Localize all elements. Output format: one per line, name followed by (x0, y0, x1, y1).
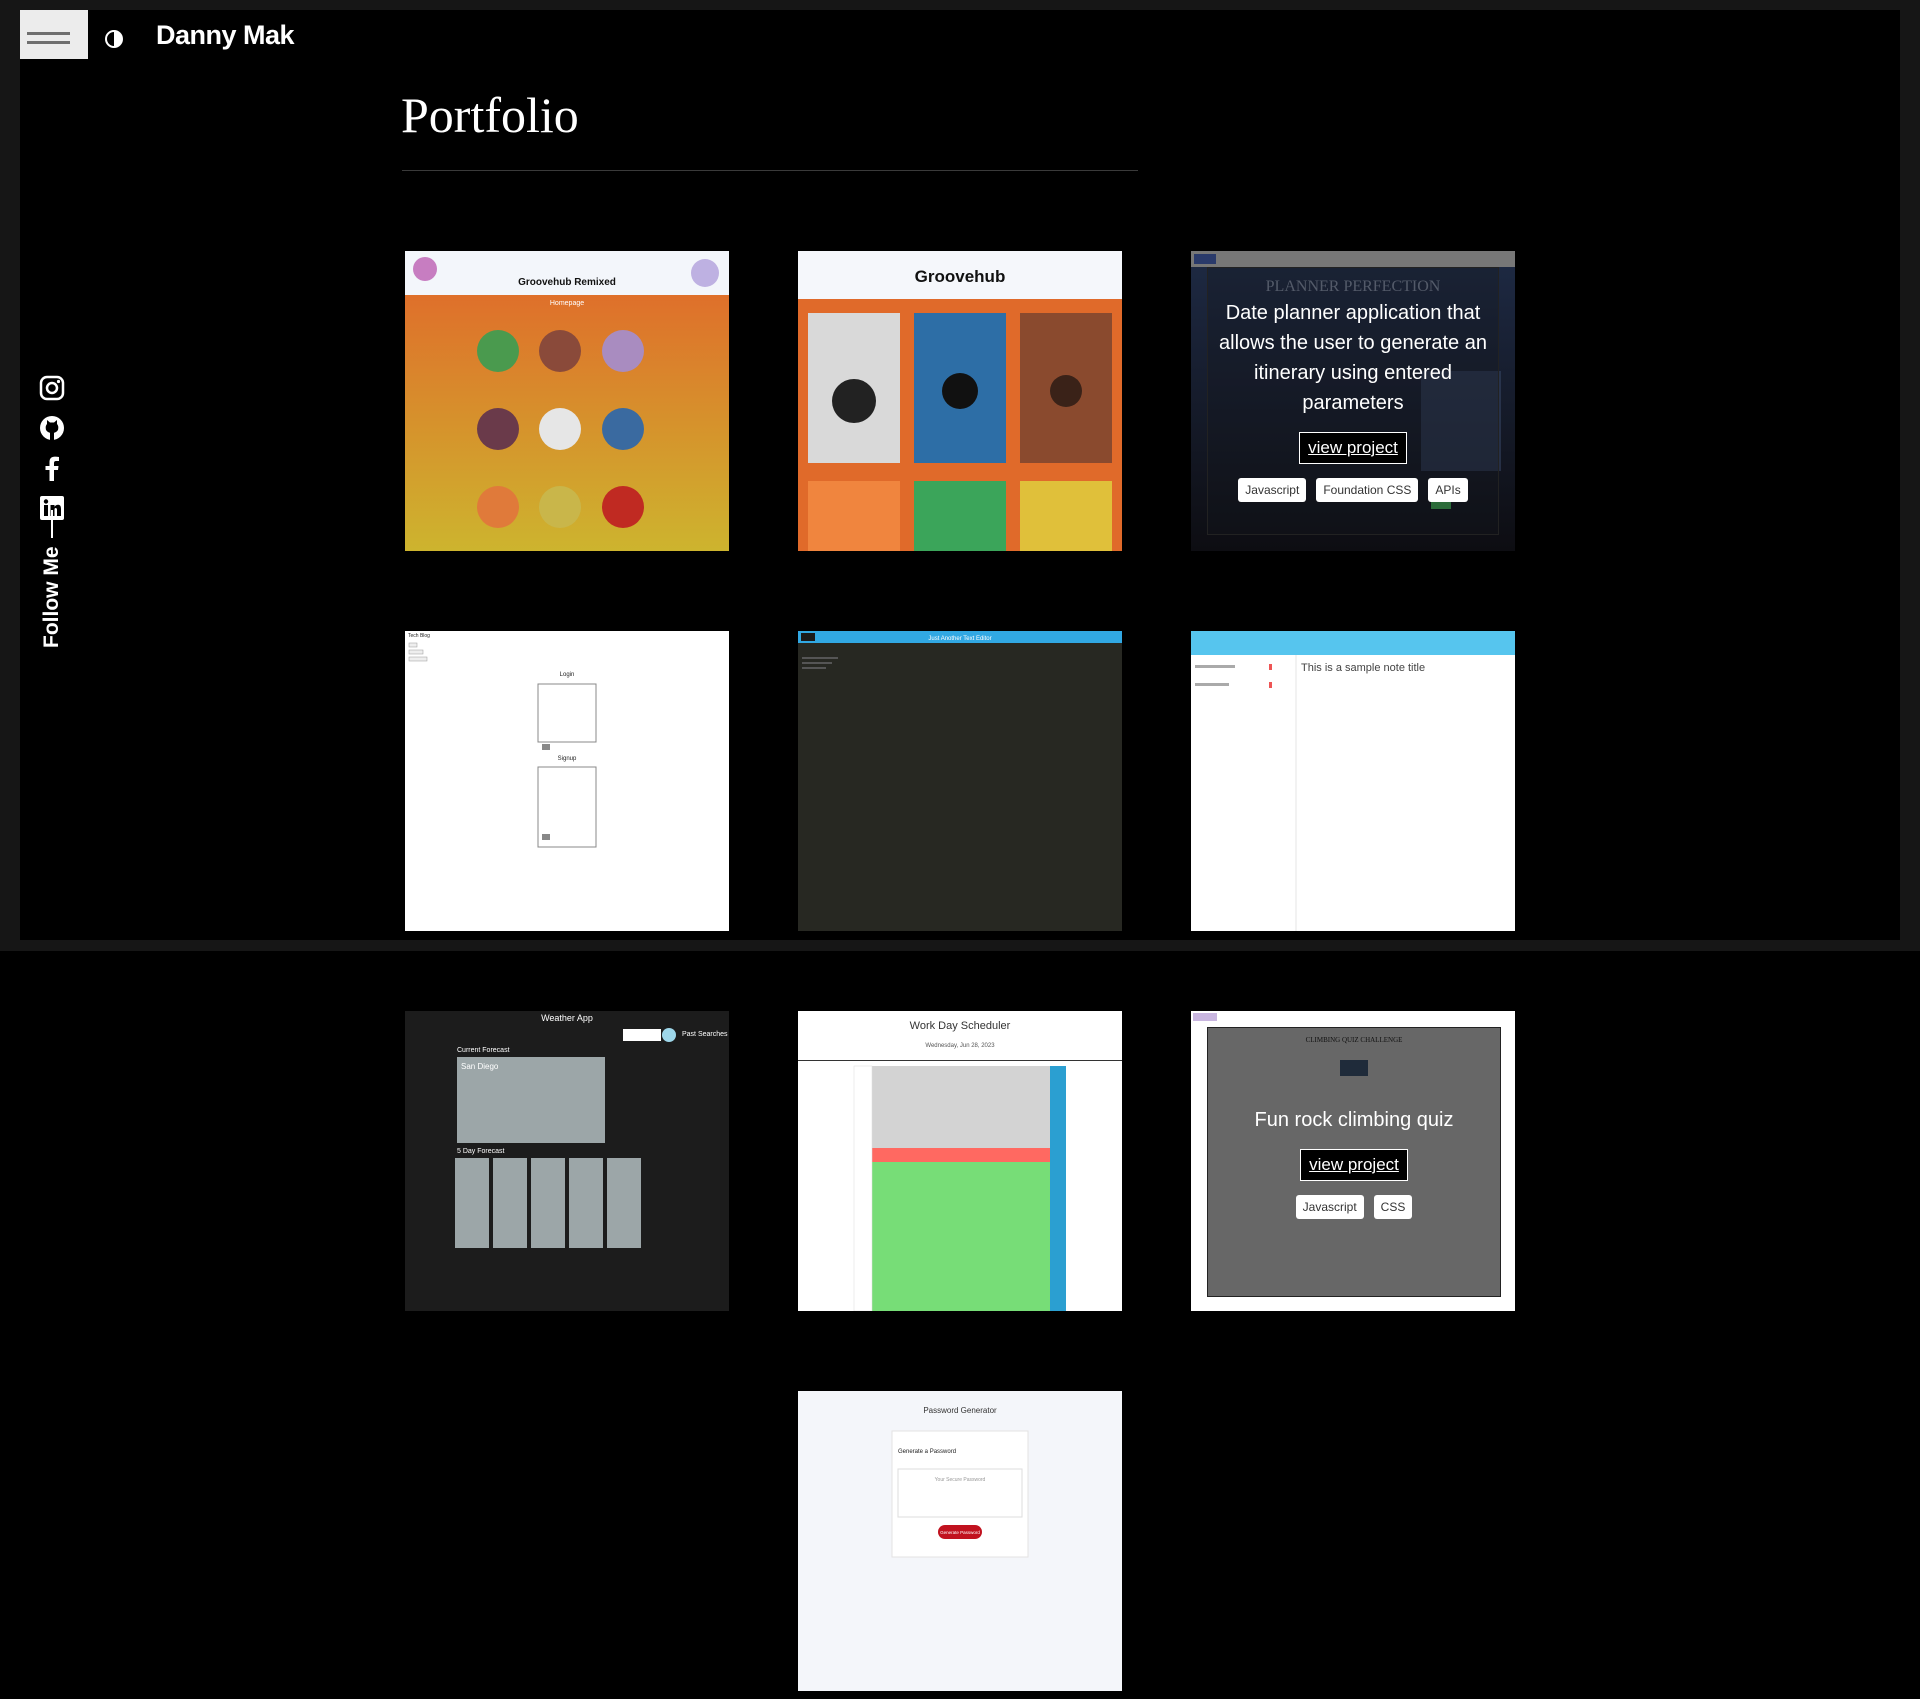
project-screenshot: Groovehub (798, 251, 1122, 551)
project-screenshot: Weather App Past Searches Current Foreca… (405, 1011, 729, 1311)
project-overlay: CLIMBING QUIZ CHALLENGE Fun rock climbin… (1207, 1027, 1501, 1297)
thumb-city: San Diego (461, 1062, 499, 1071)
half-circle-contrast-icon (105, 30, 123, 48)
thumb-title: Tech Blog (408, 633, 430, 639)
hamburger-icon-bar (27, 41, 70, 44)
thumb-title: Groovehub (915, 267, 1006, 286)
follow-text: Follow Me (40, 546, 63, 649)
tech-tag: APIs (1428, 478, 1468, 502)
project-card-weather-app[interactable]: Weather App Past Searches Current Foreca… (405, 1011, 729, 1311)
project-overlay: Date planner application that allows the… (1207, 267, 1499, 535)
tech-tags: Javascript Foundation CSS APIs (1238, 478, 1468, 502)
theme-toggle-button[interactable] (103, 28, 125, 50)
tech-tag: Javascript (1295, 1195, 1364, 1219)
thumb-subtitle: Wednesday, Jun 28, 2023 (925, 1043, 995, 1049)
project-screenshot: This is a sample note title (1191, 631, 1515, 931)
thumb-current: Current Forecast (457, 1047, 510, 1054)
thumb-subtitle: Homepage (550, 300, 584, 307)
thumb-title: Password Generator (923, 1406, 997, 1415)
project-card-planner[interactable]: PLANNER PERFECTION Date planner applicat… (1191, 251, 1515, 551)
thumb-placeholder: Your Secure Password (935, 1477, 986, 1483)
project-card-text-editor[interactable]: Just Another Text Editor (798, 631, 1122, 931)
project-card-groovehub[interactable]: Groovehub (798, 251, 1122, 551)
project-card-password-generator[interactable]: Password Generator Generate a Password Y… (798, 1391, 1122, 1691)
thumb-title: CLIMBING QUIZ CHALLENGE (1305, 1036, 1403, 1044)
thumb-signup: Signup (558, 756, 577, 762)
thumb-subtitle: Generate a Password (898, 1449, 956, 1455)
tech-tag: Foundation CSS (1316, 478, 1419, 502)
thumb-title: Groovehub Remixed (518, 277, 616, 288)
project-card-work-day-scheduler[interactable]: Work Day Scheduler Wednesday, Jun 28, 20… (798, 1011, 1122, 1311)
hamburger-icon (27, 32, 70, 35)
project-card-tech-blog[interactable]: Tech Blog Login Signup (405, 631, 729, 931)
view-project-link[interactable]: view project (1299, 432, 1407, 464)
follow-me-label: Follow Me (34, 438, 70, 648)
thumb-note-title: This is a sample note title (1301, 662, 1425, 674)
page-title: Portfolio (401, 87, 579, 143)
project-screenshot: Password Generator Generate a Password Y… (798, 1391, 1122, 1691)
thumb-login: Login (560, 672, 575, 678)
project-description: Fun rock climbing quiz (1254, 1109, 1454, 1131)
quiz-start-box (1340, 1060, 1368, 1076)
project-screenshot: Groovehub Remixed Homepage (405, 251, 729, 551)
view-project-link[interactable]: view project (1300, 1149, 1408, 1181)
project-card-groovehub-remixed[interactable]: Groovehub Remixed Homepage (405, 251, 729, 551)
thumb-five-day: 5 Day Forecast (457, 1148, 505, 1155)
project-screenshot: Work Day Scheduler Wednesday, Jun 28, 20… (798, 1011, 1122, 1311)
instagram-icon[interactable] (38, 374, 68, 404)
thumb-past: Past Searches (682, 1031, 728, 1038)
follow-divider (51, 510, 53, 539)
menu-button[interactable] (20, 10, 88, 59)
thumb-title: Just Another Text Editor (928, 636, 991, 642)
tech-tags: Javascript CSS (1295, 1195, 1413, 1219)
tech-tag: CSS (1373, 1195, 1413, 1219)
project-description: Date planner application that allows the… (1219, 302, 1487, 414)
thumb-title: Work Day Scheduler (910, 1020, 1011, 1032)
thumb-title: Weather App (541, 1013, 593, 1023)
project-card-climbing-quiz[interactable]: CLIMBING QUIZ CHALLENGE Fun rock climbin… (1191, 1011, 1515, 1311)
project-screenshot: Tech Blog Login Signup (405, 631, 729, 931)
site-brand[interactable]: Danny Mak (156, 20, 295, 51)
thumb-button: Generate Password (940, 1530, 980, 1535)
project-screenshot: Just Another Text Editor (798, 631, 1122, 931)
project-card-note-taker[interactable]: This is a sample note title (1191, 631, 1515, 931)
tech-tag: Javascript (1238, 478, 1307, 502)
title-divider (402, 170, 1138, 171)
